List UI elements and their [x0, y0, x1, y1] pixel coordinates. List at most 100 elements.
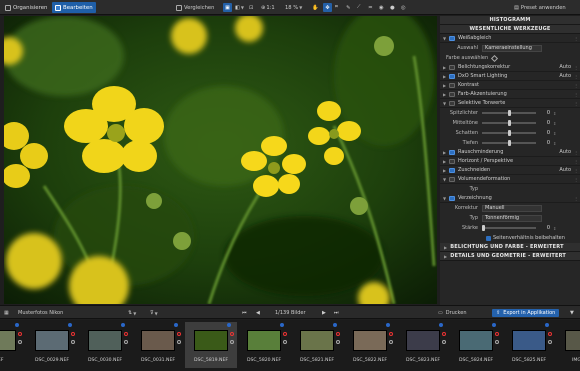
tool-row-volume[interactable]: ▼ Volumendeformation ⋮: [440, 175, 580, 184]
last-image-button[interactable]: ⏭: [334, 309, 339, 317]
filmstrip-thumbnail[interactable]: IMG_321: [556, 322, 580, 368]
eyedropper-icon[interactable]: [491, 54, 499, 62]
stepper-icon[interactable]: ⇕: [553, 226, 556, 231]
keep-ratio-checkbox[interactable]: [486, 235, 491, 241]
power-toggle[interactable]: [449, 82, 455, 88]
tab-edit[interactable]: Bearbeiten: [52, 2, 96, 13]
reject-icon[interactable]: [124, 332, 128, 336]
star-icon[interactable]: [121, 323, 125, 327]
export-button[interactable]: ⇪ Export in Applikation: [492, 309, 560, 317]
next-image-button[interactable]: ▶: [322, 309, 326, 317]
menu-icon[interactable]: ⋮: [574, 150, 578, 155]
star-icon[interactable]: [68, 323, 72, 327]
stepper-icon[interactable]: ⇕: [553, 121, 556, 126]
stepper-icon[interactable]: ⇕: [553, 111, 556, 116]
exposure-advanced-header[interactable]: ▶ BELICHTUNG UND FARBE - ERWEITERT: [440, 243, 580, 252]
tool-row-smart-lighting[interactable]: ▶ DxO Smart Lighting Auto ⋮: [440, 72, 580, 81]
tab-organize[interactable]: Organisieren: [2, 2, 50, 13]
reject-icon[interactable]: [548, 332, 552, 336]
blacks-slider[interactable]: [482, 140, 536, 146]
print-button[interactable]: ▭ Drucken: [438, 309, 467, 317]
midtones-slider[interactable]: [482, 120, 536, 126]
power-toggle[interactable]: [449, 195, 455, 201]
menu-icon[interactable]: ⋮: [574, 65, 578, 70]
power-toggle[interactable]: [449, 64, 455, 70]
stepper-icon[interactable]: ⇕: [553, 131, 556, 136]
keep-ratio-row[interactable]: Seitenverhältnis beibehalten: [440, 233, 580, 243]
tool-row-crop[interactable]: ▶ Zuschneiden Auto ⋮: [440, 166, 580, 175]
correction-dropdown[interactable]: Manuell: [482, 204, 542, 212]
filmstrip-thumbnail[interactable]: DSC_5819.NEF: [185, 322, 237, 368]
menu-icon[interactable]: ⋮: [574, 177, 578, 182]
export-dropdown[interactable]: ▼: [570, 309, 574, 317]
menu-icon[interactable]: ⋮: [574, 196, 578, 201]
tool-row-horizon[interactable]: ▶ Horizont / Perspektive ⋮: [440, 157, 580, 166]
filmstrip-thumbnail[interactable]: NEF: [0, 322, 25, 368]
white-balance-row[interactable]: ▼ Weißabgleich ⋮: [440, 34, 580, 43]
filmstrip-thumbnail[interactable]: DSC_5824.NEF: [450, 322, 502, 368]
perspective-tool[interactable]: ⟋: [357, 3, 361, 12]
repair-tool[interactable]: ♒: [368, 3, 373, 12]
star-icon[interactable]: [545, 323, 549, 327]
filmstrip-thumbnail[interactable]: DSC_5822.NEF: [344, 322, 396, 368]
stepper-icon[interactable]: ⇕: [553, 141, 556, 146]
menu-icon[interactable]: ⋮: [574, 92, 578, 97]
histogram-header[interactable]: HISTOGRAMM: [440, 16, 580, 25]
essential-tools-header[interactable]: WESENTLICHE WERKZEUGE: [440, 25, 580, 34]
tool-row-contrast[interactable]: ▶ Kontrast ⋮: [440, 81, 580, 90]
local-adjust-tool[interactable]: ●: [390, 3, 395, 12]
view-mode-dropdown[interactable]: ◧ ▼: [235, 3, 244, 12]
crop-tool[interactable]: ⌗: [335, 3, 338, 12]
star-icon[interactable]: [492, 323, 496, 327]
fit-button[interactable]: ⊡: [249, 3, 253, 12]
menu-icon[interactable]: ⋮: [574, 36, 578, 41]
power-toggle[interactable]: [449, 73, 455, 79]
image-viewer[interactable]: [4, 16, 437, 304]
apply-preset-button[interactable]: ▤ Preset anwenden: [514, 3, 566, 12]
slider-knob[interactable]: [508, 130, 511, 136]
filmstrip-thumbnail[interactable]: DSC_0030.NEF: [79, 322, 131, 368]
reject-icon[interactable]: [177, 332, 181, 336]
redeye-tool[interactable]: ◉: [379, 3, 384, 12]
tool-row-distortion[interactable]: ▼ Verzeichnung ⋮: [440, 194, 580, 203]
reject-icon[interactable]: [389, 332, 393, 336]
tool-row-selective-tones[interactable]: ▼ Selektive Tonwerte ⋮: [440, 99, 580, 108]
reject-icon[interactable]: [336, 332, 340, 336]
star-icon[interactable]: [439, 323, 443, 327]
type-dropdown[interactable]: Tonnenförmig: [482, 214, 542, 222]
reject-icon[interactable]: [71, 332, 75, 336]
reject-icon[interactable]: [495, 332, 499, 336]
filmstrip-thumbnail[interactable]: DSC_0029.NEF: [26, 322, 78, 368]
power-toggle[interactable]: [449, 158, 455, 164]
reject-icon[interactable]: [230, 332, 234, 336]
star-icon[interactable]: [174, 323, 178, 327]
tool-row-exposure[interactable]: ▶ Belichtungskorrektur Auto ⋮: [440, 63, 580, 72]
star-icon[interactable]: [227, 323, 231, 327]
white-balance-dropdown[interactable]: Kameraeinstellung: [482, 44, 542, 52]
project-name[interactable]: Musterfotos Nikon: [18, 309, 63, 317]
filmstrip-thumbnail[interactable]: DSC_5820.NEF: [238, 322, 290, 368]
sort-button[interactable]: ⇅ ▼: [128, 309, 136, 317]
filter-button[interactable]: ⊽ ▼: [150, 309, 158, 317]
tool-row-color-accent[interactable]: ▶ Farb-Akzentuierung ⋮: [440, 90, 580, 99]
power-toggle[interactable]: [449, 149, 455, 155]
menu-icon[interactable]: ⋮: [574, 83, 578, 88]
details-advanced-header[interactable]: ▶ DETAILS UND GEOMETRIE - ERWEITERT: [440, 252, 580, 261]
power-toggle[interactable]: [449, 167, 455, 173]
star-icon[interactable]: [280, 323, 284, 327]
highlights-slider[interactable]: [482, 110, 536, 116]
slider-knob[interactable]: [508, 140, 511, 146]
move-tool[interactable]: ✥: [323, 3, 332, 12]
power-toggle[interactable]: [449, 176, 455, 182]
hand-tool[interactable]: ✋: [312, 3, 318, 12]
prev-image-button[interactable]: ◀: [256, 309, 260, 317]
filmstrip-thumbnail[interactable]: DSC_5821.NEF: [291, 322, 343, 368]
strength-slider[interactable]: [482, 225, 536, 231]
filmstrip-thumbnail[interactable]: DSC_0031.NEF: [132, 322, 184, 368]
reject-icon[interactable]: [442, 332, 446, 336]
star-icon[interactable]: [386, 323, 390, 327]
zoom-1to1-button[interactable]: ⊕ 1:1: [261, 3, 275, 12]
power-toggle[interactable]: [449, 35, 455, 41]
reject-icon[interactable]: [283, 332, 287, 336]
zoom-level-dropdown[interactable]: 18 % ▼: [285, 3, 302, 12]
